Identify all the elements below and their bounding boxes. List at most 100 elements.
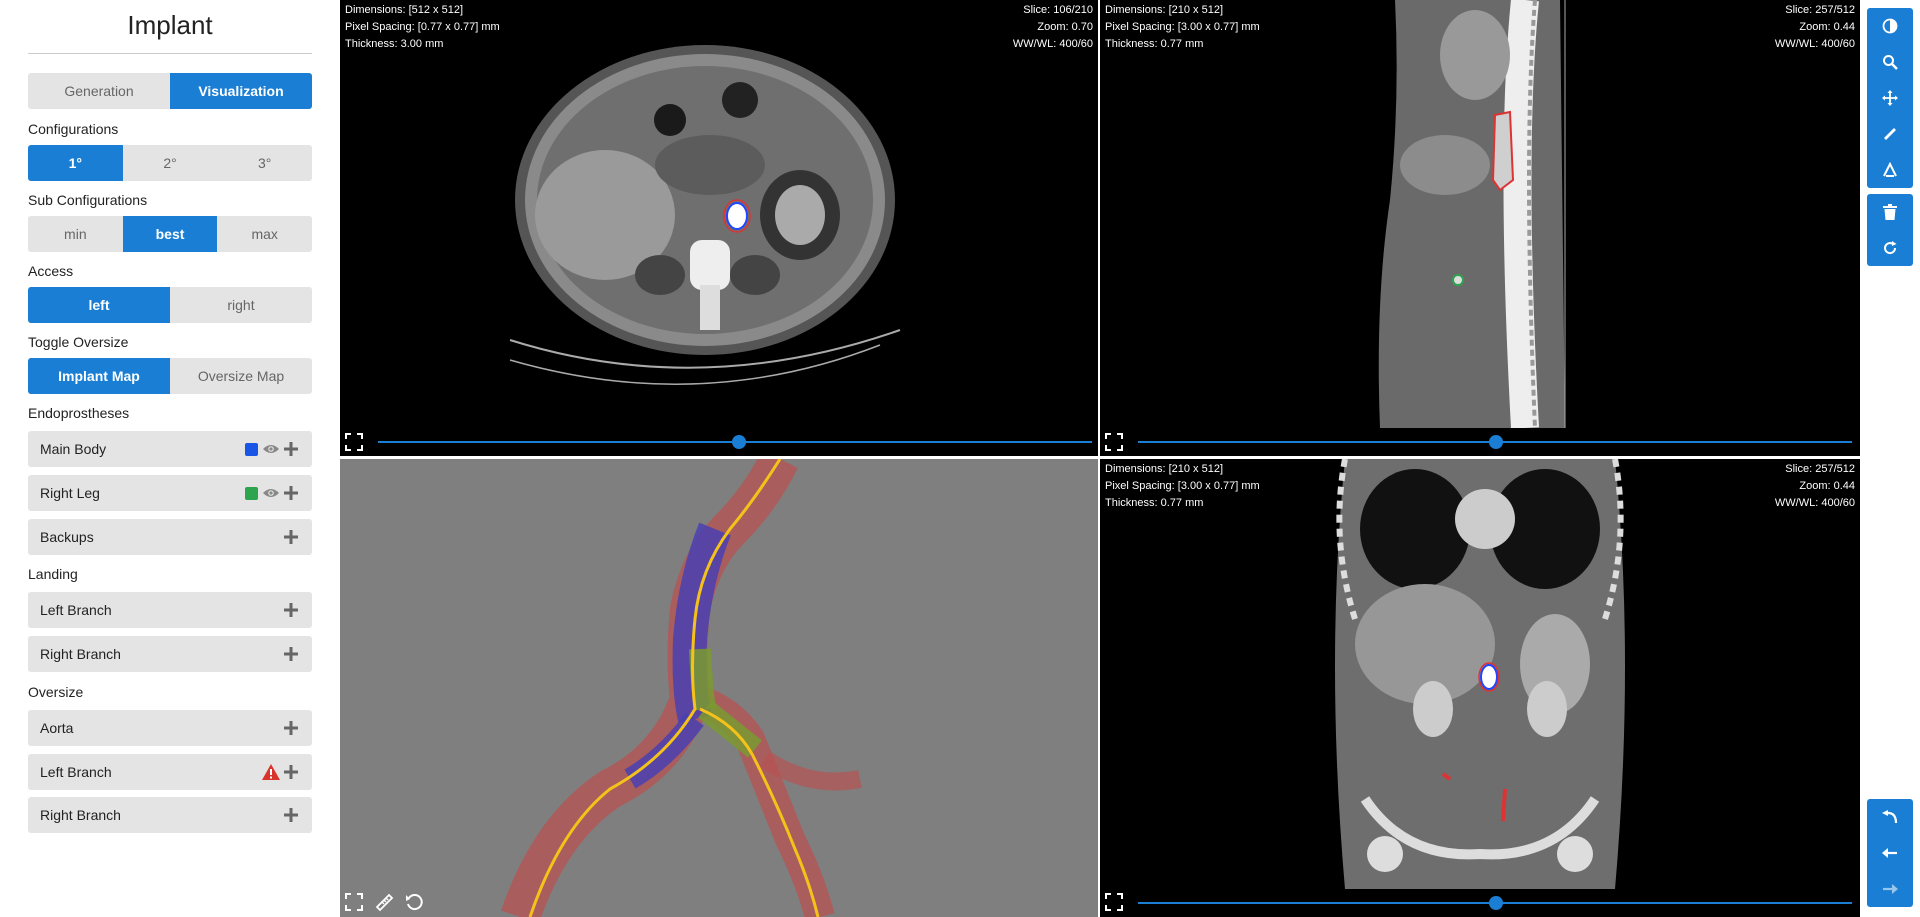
toggle-oversize-selector: Implant Map Oversize Map bbox=[28, 358, 312, 394]
fullscreen-icon[interactable] bbox=[1104, 432, 1124, 452]
subconfig-max[interactable]: max bbox=[217, 216, 312, 252]
tab-visualization[interactable]: Visualization bbox=[170, 73, 312, 109]
endoprostheses-label: Endoprostheses bbox=[28, 405, 130, 421]
sagittal-info-right: Slice: 257/512 Zoom: 0.44 WW/WL: 400/60 bbox=[1775, 2, 1855, 53]
zoom-icon[interactable] bbox=[1867, 44, 1913, 80]
sub-configurations-selector: min best max bbox=[28, 216, 312, 252]
sagittal-viewport[interactable]: Dimensions: [210 x 512] Pixel Spacing: [… bbox=[1100, 0, 1860, 456]
coronal-slice-slider[interactable] bbox=[1138, 896, 1852, 910]
config-option-1[interactable]: 1° bbox=[28, 145, 123, 181]
slider-knob[interactable] bbox=[1488, 435, 1503, 449]
sub-configurations-label: Sub Configurations bbox=[28, 192, 148, 208]
landing-left-branch[interactable]: Left Branch bbox=[28, 592, 312, 628]
item-label: Left Branch bbox=[40, 602, 112, 618]
sidebar: Implant Generation Visualization Configu… bbox=[0, 0, 340, 917]
endoprosthesis-right-leg[interactable]: Right Leg bbox=[28, 475, 312, 511]
endoprosthesis-main-body[interactable]: Main Body bbox=[28, 431, 312, 467]
implant-map-toggle[interactable]: Implant Map bbox=[28, 358, 170, 394]
angle-icon[interactable] bbox=[1867, 152, 1913, 188]
config-option-2[interactable]: 2° bbox=[123, 145, 218, 181]
configurations-selector: 1° 2° 3° bbox=[28, 145, 312, 181]
coronal-wwwl: WW/WL: 400/60 bbox=[1774, 497, 1855, 509]
reset-icon[interactable] bbox=[1867, 230, 1913, 266]
axial-info-left: Dimensions: [512 x 512] Pixel Spacing: [… bbox=[345, 2, 500, 53]
reset-view-icon[interactable] bbox=[404, 892, 424, 912]
mode-tabs: Generation Visualization bbox=[28, 73, 312, 109]
fullscreen-icon[interactable] bbox=[1104, 892, 1124, 912]
axial-viewport[interactable]: Dimensions: [512 x 512] Pixel Spacing: [… bbox=[340, 0, 1098, 456]
coronal-dimensions: Dimensions: [210 x 512] bbox=[1105, 463, 1224, 475]
warning-icon bbox=[262, 763, 280, 781]
back-arrow-icon[interactable] bbox=[1867, 835, 1913, 871]
sagittal-slice: Slice: 257/512 bbox=[1785, 4, 1855, 16]
item-label: Right Leg bbox=[40, 485, 100, 501]
plus-icon[interactable] bbox=[282, 806, 300, 824]
item-label: Right Branch bbox=[40, 646, 121, 662]
sagittal-slice-slider[interactable] bbox=[1138, 435, 1852, 449]
plus-icon[interactable] bbox=[282, 645, 300, 663]
oversize-right-branch[interactable]: Right Branch bbox=[28, 797, 312, 833]
item-label: Aorta bbox=[40, 720, 74, 736]
axial-ct-image bbox=[509, 45, 901, 385]
axial-zoom: Zoom: 0.70 bbox=[1037, 21, 1093, 33]
3d-vessel-model bbox=[501, 459, 862, 917]
oversize-aorta[interactable]: Aorta bbox=[28, 710, 312, 746]
plus-icon[interactable] bbox=[282, 440, 300, 458]
coronal-info-left: Dimensions: [210 x 512] Pixel Spacing: [… bbox=[1105, 461, 1260, 512]
coronal-pixel-spacing: Pixel Spacing: [3.00 x 0.77] mm bbox=[1105, 480, 1260, 492]
endoprosthesis-backups[interactable]: Backups bbox=[28, 519, 312, 555]
axial-wwwl: WW/WL: 400/60 bbox=[1012, 38, 1093, 50]
3d-viewport[interactable] bbox=[340, 459, 1098, 917]
slider-knob[interactable] bbox=[1488, 896, 1503, 910]
plus-icon[interactable] bbox=[282, 601, 300, 619]
trash-icon[interactable] bbox=[1867, 194, 1913, 230]
item-label: Backups bbox=[40, 529, 94, 545]
eye-icon[interactable] bbox=[262, 484, 280, 502]
eye-icon[interactable] bbox=[262, 440, 280, 458]
coronal-thickness: Thickness: 0.77 mm bbox=[1105, 497, 1204, 509]
access-selector: left right bbox=[28, 287, 312, 323]
plus-icon[interactable] bbox=[282, 484, 300, 502]
color-swatch[interactable] bbox=[242, 440, 260, 458]
plus-icon[interactable] bbox=[282, 763, 300, 781]
access-right[interactable]: right bbox=[170, 287, 312, 323]
configurations-label: Configurations bbox=[28, 121, 119, 137]
axial-info-right: Slice: 106/210 Zoom: 0.70 WW/WL: 400/60 bbox=[1013, 2, 1093, 53]
fullscreen-icon[interactable] bbox=[344, 432, 364, 452]
axial-pixel-spacing: Pixel Spacing: [0.77 x 0.77] mm bbox=[345, 21, 500, 33]
fullscreen-icon[interactable] bbox=[344, 892, 364, 912]
access-left[interactable]: left bbox=[28, 287, 170, 323]
divider bbox=[28, 53, 312, 54]
axial-dimensions: Dimensions: [512 x 512] bbox=[345, 4, 464, 16]
subconfig-best[interactable]: best bbox=[122, 216, 218, 252]
landing-label: Landing bbox=[28, 566, 78, 582]
undo-icon[interactable] bbox=[1867, 799, 1913, 835]
plus-icon[interactable] bbox=[282, 719, 300, 737]
oversize-label: Oversize bbox=[28, 684, 84, 700]
sagittal-zoom: Zoom: 0.44 bbox=[1799, 21, 1855, 33]
axial-thickness: Thickness: 3.00 mm bbox=[345, 38, 444, 50]
item-label: Left Branch bbox=[40, 764, 112, 780]
landing-right-branch[interactable]: Right Branch bbox=[28, 636, 312, 672]
sagittal-wwwl: WW/WL: 400/60 bbox=[1774, 38, 1855, 50]
plus-icon[interactable] bbox=[282, 528, 300, 546]
forward-arrow-icon[interactable] bbox=[1867, 871, 1913, 907]
config-option-3[interactable]: 3° bbox=[217, 145, 312, 181]
ruler-icon[interactable] bbox=[1867, 116, 1913, 152]
item-label: Main Body bbox=[40, 441, 107, 457]
axial-slice-slider[interactable] bbox=[378, 435, 1092, 449]
pan-icon[interactable] bbox=[1867, 80, 1913, 116]
ruler-icon[interactable] bbox=[374, 892, 394, 912]
contrast-icon[interactable] bbox=[1867, 8, 1913, 44]
coronal-info-right: Slice: 257/512 Zoom: 0.44 WW/WL: 400/60 bbox=[1775, 461, 1855, 512]
subconfig-min[interactable]: min bbox=[28, 216, 123, 252]
sagittal-thickness: Thickness: 0.77 mm bbox=[1105, 38, 1204, 50]
slider-knob[interactable] bbox=[731, 435, 746, 449]
color-swatch[interactable] bbox=[242, 484, 260, 502]
toggle-oversize-label: Toggle Oversize bbox=[28, 334, 129, 350]
oversize-left-branch[interactable]: Left Branch bbox=[28, 754, 312, 790]
oversize-map-toggle[interactable]: Oversize Map bbox=[170, 358, 312, 394]
app-title: Implant bbox=[127, 10, 213, 40]
coronal-viewport[interactable]: Dimensions: [210 x 512] Pixel Spacing: [… bbox=[1100, 459, 1860, 917]
tab-generation[interactable]: Generation bbox=[28, 73, 170, 109]
